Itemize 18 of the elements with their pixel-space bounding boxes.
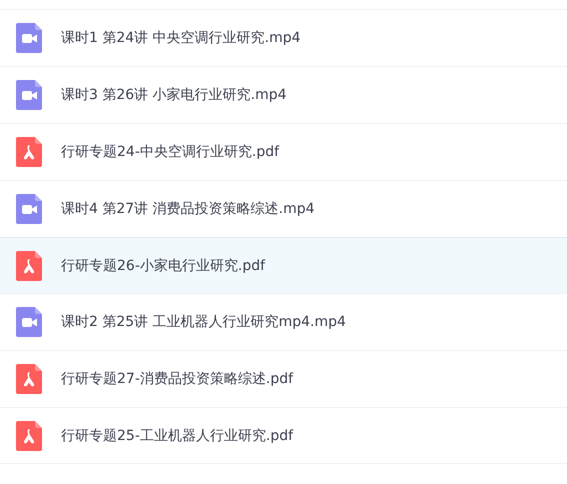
file-row[interactable]: 行研专题25-工业机器人行业研究.pdf bbox=[0, 407, 567, 464]
file-name: 行研专题26-小家电行业研究.pdf bbox=[61, 256, 266, 274]
file-name: 行研专题24-中央空调行业研究.pdf bbox=[61, 142, 280, 160]
file-name: 行研专题25-工业机器人行业研究.pdf bbox=[61, 426, 294, 444]
video-file-icon bbox=[16, 306, 42, 336]
file-name: 课时4 第27讲 消费品投资策略综述.mp4 bbox=[61, 200, 315, 218]
file-name: 课时1 第24讲 中央空调行业研究.mp4 bbox=[61, 28, 301, 46]
file-name: 行研专题27-消费品投资策略综述.pdf bbox=[61, 370, 294, 388]
video-file-icon bbox=[16, 22, 42, 52]
video-file-icon bbox=[16, 194, 42, 224]
pdf-file-icon bbox=[16, 420, 42, 450]
video-file-icon bbox=[16, 80, 42, 110]
file-row[interactable]: 行研专题26-小家电行业研究.pdf bbox=[0, 237, 567, 294]
pdf-file-icon bbox=[16, 250, 42, 280]
file-name: 课时2 第25讲 工业机器人行业研究mp4.mp4 bbox=[61, 312, 346, 330]
file-name: 课时3 第26讲 小家电行业研究.mp4 bbox=[61, 86, 287, 104]
pdf-file-icon bbox=[16, 364, 42, 394]
pdf-file-icon bbox=[16, 136, 42, 166]
